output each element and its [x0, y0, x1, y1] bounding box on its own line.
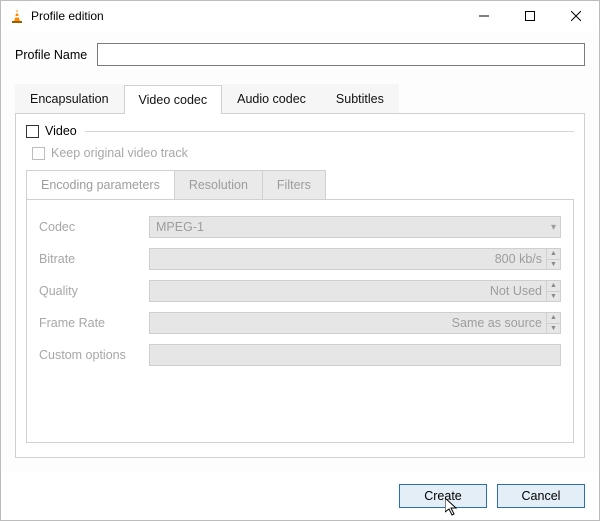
row-custom-options: Custom options	[39, 344, 561, 366]
profile-edition-window: Profile edition Profile Name Encapsulati…	[0, 0, 600, 521]
custom-options-label: Custom options	[39, 348, 149, 362]
codec-select[interactable]: MPEG-1	[149, 216, 561, 238]
create-button-label: Create	[424, 489, 462, 503]
sub-tabs: Encoding parameters Resolution Filters	[26, 170, 574, 200]
divider	[85, 131, 574, 132]
frame-rate-value: Same as source	[452, 316, 542, 330]
tab-encapsulation[interactable]: Encapsulation	[15, 84, 124, 113]
window-controls	[461, 1, 599, 31]
custom-options-input[interactable]	[149, 344, 561, 366]
keep-original-checkbox[interactable]	[32, 147, 45, 160]
row-bitrate: Bitrate 800 kb/s ▲▼	[39, 248, 561, 270]
dialog-body: Profile Name Encapsulation Video codec A…	[1, 31, 599, 472]
footer: Create Cancel	[1, 472, 599, 520]
row-frame-rate: Frame Rate Same as source ▲▼	[39, 312, 561, 334]
keep-original-row: Keep original video track	[32, 146, 574, 160]
titlebar: Profile edition	[1, 1, 599, 31]
bitrate-spinbox[interactable]: 800 kb/s ▲▼	[149, 248, 561, 270]
bitrate-value: 800 kb/s	[495, 252, 542, 266]
window-title: Profile edition	[31, 9, 461, 23]
bitrate-label: Bitrate	[39, 252, 149, 266]
vlc-cone-icon	[9, 8, 25, 24]
profile-name-row: Profile Name	[15, 43, 585, 66]
profile-name-input[interactable]	[97, 43, 585, 66]
encoding-panel: Codec MPEG-1 Bitrate 800 kb/s ▲▼ Quality	[26, 200, 574, 443]
create-button[interactable]: Create	[399, 484, 487, 508]
tab-video-codec[interactable]: Video codec	[124, 85, 223, 114]
row-codec: Codec MPEG-1	[39, 216, 561, 238]
bitrate-spinner[interactable]: ▲▼	[546, 249, 560, 269]
tab-subtitles[interactable]: Subtitles	[321, 84, 399, 113]
top-tabs: Encapsulation Video codec Audio codec Su…	[15, 84, 585, 114]
quality-spinner[interactable]: ▲▼	[546, 281, 560, 301]
quality-value: Not Used	[490, 284, 542, 298]
codec-label: Codec	[39, 220, 149, 234]
frame-rate-label: Frame Rate	[39, 316, 149, 330]
video-group-header: Video	[26, 124, 574, 138]
minimize-button[interactable]	[461, 1, 507, 31]
tab-video-codec-body: Video Keep original video track Encoding…	[15, 114, 585, 458]
close-button[interactable]	[553, 1, 599, 31]
sub-tab-filters[interactable]: Filters	[262, 170, 326, 199]
maximize-button[interactable]	[507, 1, 553, 31]
sub-tab-resolution[interactable]: Resolution	[174, 170, 263, 199]
frame-rate-spinbox[interactable]: Same as source ▲▼	[149, 312, 561, 334]
frame-rate-spinner[interactable]: ▲▼	[546, 313, 560, 333]
video-group-label: Video	[45, 124, 77, 138]
sub-tab-encoding[interactable]: Encoding parameters	[26, 170, 175, 199]
codec-value: MPEG-1	[156, 220, 204, 234]
cancel-button-label: Cancel	[522, 489, 561, 503]
quality-spinbox[interactable]: Not Used ▲▼	[149, 280, 561, 302]
quality-label: Quality	[39, 284, 149, 298]
cancel-button[interactable]: Cancel	[497, 484, 585, 508]
tab-audio-codec[interactable]: Audio codec	[222, 84, 321, 113]
profile-name-label: Profile Name	[15, 48, 87, 62]
row-quality: Quality Not Used ▲▼	[39, 280, 561, 302]
keep-original-label: Keep original video track	[51, 146, 188, 160]
video-checkbox[interactable]	[26, 125, 39, 138]
